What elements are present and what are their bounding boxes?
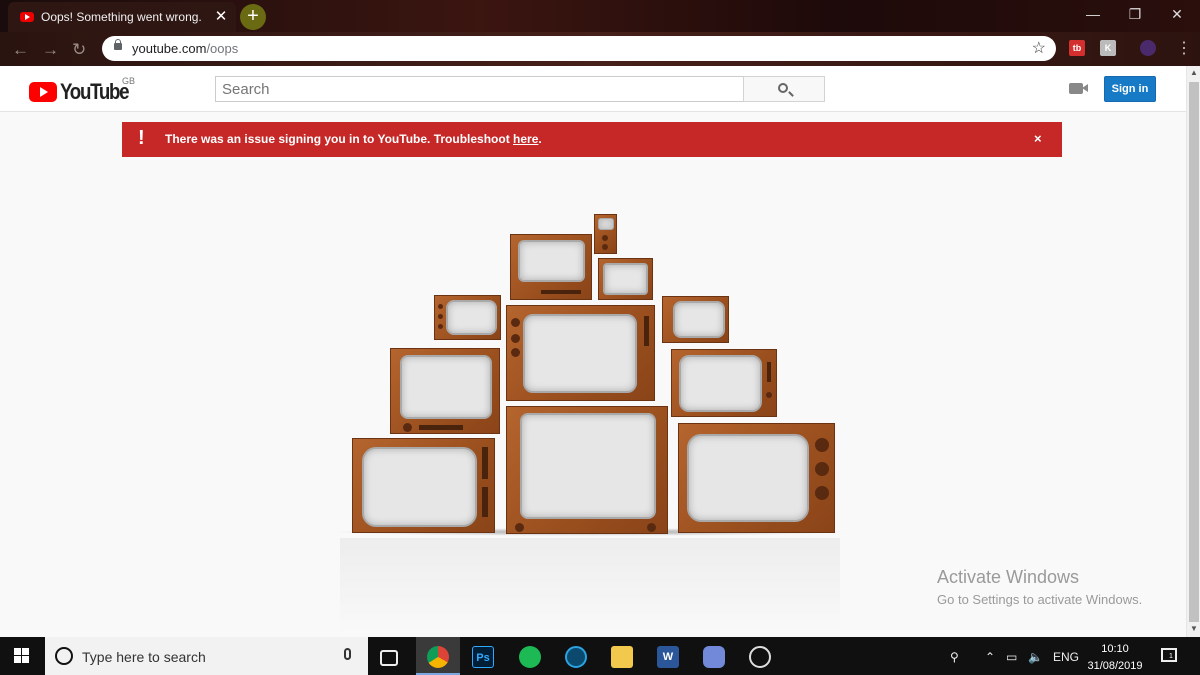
tv bbox=[671, 349, 777, 417]
volume-icon[interactable]: 🔈 bbox=[1028, 650, 1043, 664]
tab-title: Oops! Something went wrong. - bbox=[41, 10, 201, 24]
search-icon bbox=[778, 83, 788, 93]
restore-button[interactable]: ❐ bbox=[1120, 6, 1150, 23]
search-button[interactable] bbox=[743, 76, 825, 102]
youtube-play-icon bbox=[29, 82, 57, 102]
cortana-icon bbox=[55, 647, 73, 665]
logo-wordmark: YouTube bbox=[60, 79, 130, 104]
reload-button[interactable]: ↻ bbox=[72, 40, 86, 60]
tv bbox=[506, 406, 668, 534]
alert-message: There was an issue signing you in to You… bbox=[165, 132, 542, 146]
tv-reflection bbox=[340, 538, 840, 633]
taskbar-search-placeholder: Type here to search bbox=[82, 649, 206, 665]
microphone-icon[interactable] bbox=[344, 648, 351, 660]
sign-in-button[interactable]: Sign in bbox=[1104, 76, 1156, 102]
taskbar-search-box[interactable]: Type here to search bbox=[45, 637, 368, 675]
activate-windows-watermark: Activate Windows Go to Settings to activ… bbox=[937, 567, 1142, 607]
people-icon[interactable]: ⚲ bbox=[950, 650, 959, 664]
discord-icon[interactable] bbox=[703, 646, 725, 668]
youtube-favicon-icon bbox=[20, 12, 34, 22]
notification-count: 1 bbox=[1169, 653, 1173, 660]
paint-app-icon[interactable] bbox=[795, 646, 817, 668]
browser-tab[interactable]: Oops! Something went wrong. - ✕ bbox=[8, 2, 236, 32]
chrome-icon[interactable] bbox=[427, 646, 449, 668]
forward-button[interactable]: → bbox=[42, 40, 59, 60]
clock-time: 10:10 bbox=[1101, 643, 1129, 655]
obs-icon[interactable] bbox=[565, 646, 587, 668]
photoshop-icon[interactable]: Ps bbox=[472, 646, 494, 668]
alert-icon: ! bbox=[138, 127, 145, 149]
lock-icon bbox=[114, 39, 122, 50]
address-bar[interactable]: youtube.com/oops ☆ bbox=[102, 36, 1056, 61]
clock-date: 31/08/2019 bbox=[1087, 660, 1143, 672]
minimize-button[interactable]: — bbox=[1078, 6, 1108, 22]
tv bbox=[510, 234, 592, 300]
upload-video-icon[interactable] bbox=[1069, 83, 1088, 94]
back-button[interactable]: ← bbox=[12, 40, 29, 60]
tray-expand-icon[interactable]: ⌃ bbox=[985, 650, 995, 664]
search-input[interactable] bbox=[215, 76, 744, 102]
profile-avatar[interactable] bbox=[1140, 40, 1156, 56]
tv bbox=[598, 258, 653, 300]
tubebuddy-extension-icon[interactable]: tb bbox=[1069, 40, 1085, 56]
alert-close-button[interactable]: × bbox=[1034, 131, 1042, 146]
spotify-icon[interactable] bbox=[519, 646, 541, 668]
satellite-app-icon[interactable] bbox=[749, 646, 771, 668]
page-scrollbar[interactable]: ▲ ▼ bbox=[1186, 66, 1200, 637]
scrollbar-thumb[interactable] bbox=[1189, 82, 1199, 622]
network-icon[interactable]: ▭ bbox=[1006, 650, 1017, 664]
tv bbox=[506, 305, 655, 401]
watermark-heading: Activate Windows bbox=[937, 567, 1080, 587]
extension-k-icon[interactable]: K bbox=[1100, 40, 1116, 56]
troubleshoot-link[interactable]: here bbox=[513, 132, 538, 146]
taskbar-clock[interactable]: 10:10 31/08/2019 bbox=[1087, 641, 1143, 675]
window-close-button[interactable]: ✕ bbox=[1162, 6, 1192, 23]
task-view-icon[interactable] bbox=[380, 650, 398, 666]
word-icon[interactable]: W bbox=[657, 646, 679, 668]
tab-close-button[interactable]: ✕ bbox=[212, 7, 230, 25]
scroll-up-arrow-icon[interactable]: ▲ bbox=[1190, 68, 1198, 77]
file-explorer-icon[interactable] bbox=[611, 646, 633, 668]
watermark-subtext: Go to Settings to activate Windows. bbox=[937, 592, 1143, 607]
action-center-icon[interactable]: 1 bbox=[1161, 648, 1177, 662]
tv bbox=[390, 348, 500, 434]
browser-menu-button[interactable]: ⋮ bbox=[1176, 38, 1192, 58]
sign-in-error-alert: ! There was an issue signing you in to Y… bbox=[122, 122, 1062, 157]
tv bbox=[352, 438, 495, 533]
tv bbox=[594, 214, 617, 254]
new-tab-button[interactable]: + bbox=[240, 4, 266, 30]
url-text: youtube.com/oops bbox=[132, 41, 239, 56]
tv bbox=[434, 295, 501, 340]
bookmark-star-icon[interactable]: ☆ bbox=[1032, 38, 1046, 58]
language-indicator[interactable]: ENG bbox=[1053, 650, 1079, 664]
tv bbox=[662, 296, 729, 343]
region-code: GB bbox=[122, 76, 136, 86]
tv bbox=[678, 423, 835, 533]
scroll-down-arrow-icon[interactable]: ▼ bbox=[1190, 624, 1198, 633]
